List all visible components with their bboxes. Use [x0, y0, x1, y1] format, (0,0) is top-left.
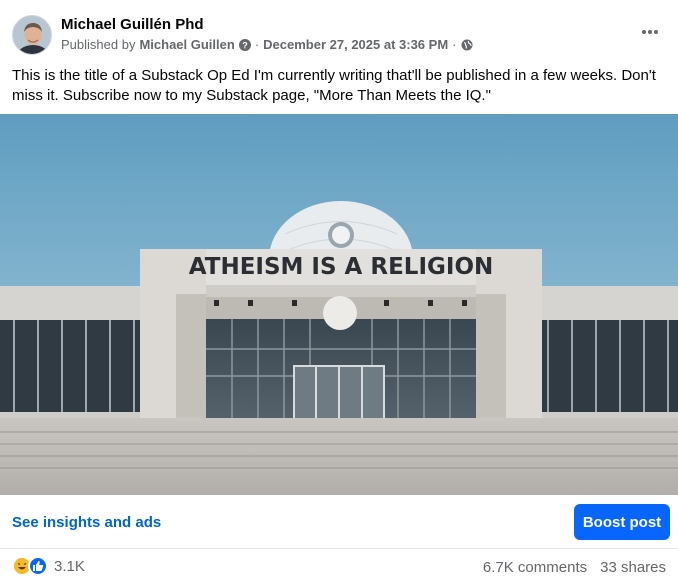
- globe-icon[interactable]: [461, 39, 473, 51]
- post-meta: Published by Michael Guillen ? · Decembe…: [61, 37, 473, 52]
- post-header: Michael Guillén Phd Published by Michael…: [0, 0, 678, 62]
- shares-count[interactable]: 33 shares: [600, 559, 666, 576]
- more-horizontal-icon: [642, 30, 658, 34]
- building-sign-text: ATHEISM IS A RELIGION: [189, 254, 494, 280]
- reactions-summary[interactable]: 3.1K: [12, 556, 85, 576]
- question-icon[interactable]: ?: [238, 38, 251, 51]
- post-text: This is the title of a Substack Op Ed I'…: [12, 67, 656, 104]
- boost-post-button[interactable]: Boost post: [574, 504, 670, 540]
- see-insights-link[interactable]: See insights and ads: [12, 514, 161, 531]
- author-avatar[interactable]: [12, 15, 52, 55]
- engagement-counts: 6.7K comments 33 shares: [483, 559, 666, 576]
- post-action-bar: See insights and ads Boost post: [0, 495, 678, 549]
- post-card: Michael Guillén Phd Published by Michael…: [0, 0, 678, 585]
- post-timestamp[interactable]: December 27, 2025 at 3:36 PM: [263, 37, 448, 52]
- reaction-count: 3.1K: [54, 557, 85, 575]
- published-by-prefix: Published by: [61, 37, 136, 52]
- post-photo[interactable]: ATHEISM IS A RELIGION: [0, 114, 678, 495]
- meta-separator: ·: [254, 37, 260, 52]
- post-stats: 3.1K 6.7K comments 33 shares: [0, 550, 678, 585]
- svg-text:?: ?: [242, 40, 248, 50]
- meta-separator-2: ·: [452, 37, 457, 52]
- publisher-name[interactable]: Michael Guillen: [139, 37, 234, 52]
- more-options-button[interactable]: [636, 18, 664, 46]
- like-icon: [28, 556, 48, 576]
- comments-count[interactable]: 6.7K comments: [483, 559, 587, 576]
- author-name[interactable]: Michael Guillén Phd: [61, 16, 204, 33]
